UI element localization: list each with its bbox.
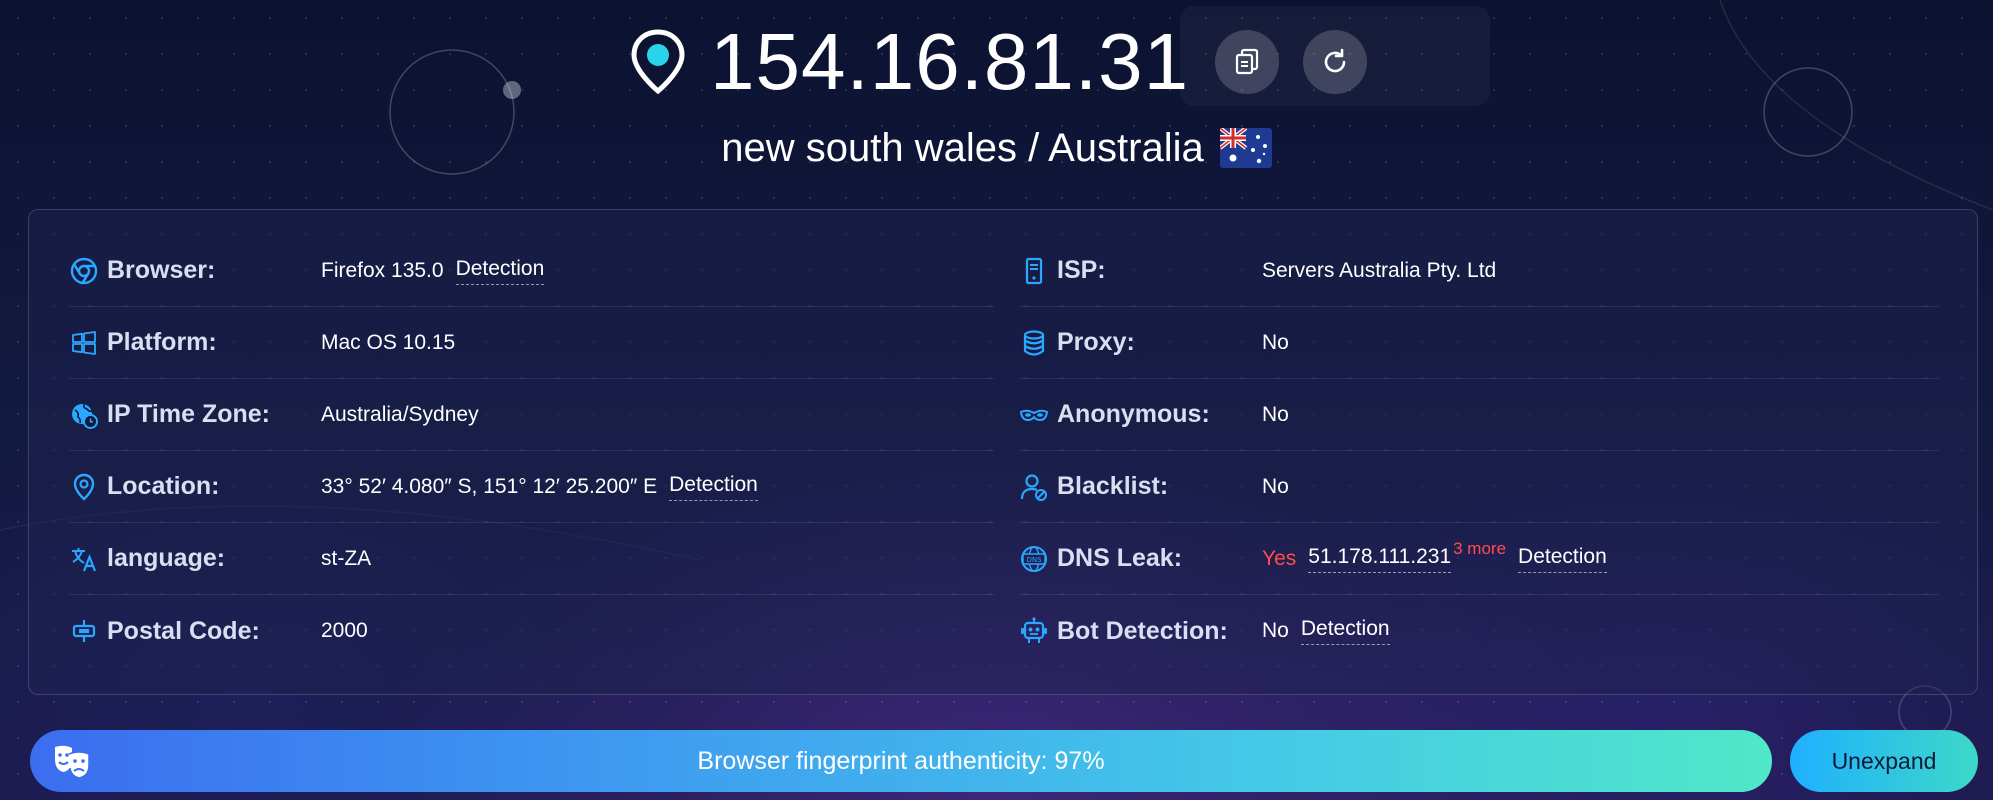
ip-region: new south wales / Australia [0, 120, 1993, 176]
australia-flag-icon [1219, 128, 1272, 168]
platform-value: Mac OS 10.15 [321, 330, 456, 354]
anonymous-label: Anonymous: [1057, 400, 1210, 428]
browser-value: Firefox 135.0 Detection [321, 257, 545, 285]
timezone-row: IP Time Zone: Australia/Sydney [69, 379, 994, 451]
bot-detection-status: No [1262, 619, 1289, 642]
isp-value: Servers Australia Pty. Ltd [1262, 258, 1497, 282]
ip-info-card: Browser: Firefox 135.0 Detection Platfor… [28, 209, 1978, 695]
location-detection-link[interactable]: Detection [669, 473, 758, 501]
timezone-label: IP Time Zone: [107, 400, 271, 428]
copy-ip-button[interactable] [1215, 30, 1280, 94]
location-label: Location: [107, 472, 220, 500]
mailbox-icon [69, 616, 99, 646]
dns-leak-status: Yes [1262, 546, 1297, 570]
server-icon [1019, 256, 1049, 286]
isp-row: ISP: Servers Australia Pty. Ltd [1019, 235, 1939, 307]
user-block-icon [1019, 472, 1049, 502]
refresh-ip-button[interactable] [1303, 30, 1368, 94]
theater-masks-icon [55, 745, 90, 779]
postal-code-label: Postal Code: [107, 616, 260, 645]
blacklist-label: Blacklist: [1057, 472, 1169, 500]
browser-detection-link[interactable]: Detection [455, 257, 545, 285]
dns-server-ip[interactable]: 51.178.111.231 [1308, 545, 1452, 573]
right-info-column: ISP: Servers Australia Pty. Ltd Proxy: N… [1019, 235, 1939, 667]
windows-icon [69, 328, 99, 358]
dns-detection-link[interactable]: Detection [1518, 545, 1607, 573]
unexpand-button[interactable]: Unexpand [1790, 730, 1978, 792]
platform-label: Platform: [107, 328, 217, 356]
dns-leak-label: DNS Leak: [1057, 544, 1183, 572]
anonymous-value: No [1262, 402, 1289, 426]
proxy-value: No [1262, 330, 1289, 354]
browser-label: Browser: [107, 256, 216, 284]
dns-icon: DNS [1019, 544, 1049, 574]
anonymous-row: Anonymous: No [1019, 379, 1939, 451]
refresh-icon [1324, 48, 1346, 73]
dns-leak-value: Yes 51.178.111.231 3 more Detection [1262, 539, 1607, 573]
chrome-icon [69, 256, 99, 286]
translate-icon [69, 544, 99, 574]
browser-value-text: Firefox 135.0 [321, 258, 444, 282]
location-coordinates: 33° 52′ 4.080″ S, 151° 12′ 25.200″ E [321, 474, 658, 498]
globe-clock-icon [69, 400, 99, 430]
left-info-column: Browser: Firefox 135.0 Detection Platfor… [69, 235, 994, 667]
location-value: 33° 52′ 4.080″ S, 151° 12′ 25.200″ E Det… [321, 473, 758, 501]
dns-more-link[interactable]: 3 more [1453, 539, 1506, 559]
region-text: new south wales / Australia [721, 125, 1204, 170]
mask-icon [1019, 400, 1049, 430]
bot-detection-label: Bot Detection: [1057, 616, 1228, 645]
database-icon [1019, 328, 1049, 358]
proxy-label: Proxy: [1057, 328, 1135, 356]
timezone-value: Australia/Sydney [321, 402, 479, 426]
bot-detection-row: Bot Detection: No Detection [1019, 595, 1939, 667]
dns-leak-row: DNS DNS Leak: Yes 51.178.111.231 3 more … [1019, 523, 1939, 595]
language-label: language: [107, 544, 226, 572]
browser-row: Browser: Firefox 135.0 Detection [69, 235, 994, 307]
postal-code-row: Postal Code: 2000 [69, 595, 994, 667]
isp-label: ISP: [1057, 256, 1106, 284]
fingerprint-authenticity-bar[interactable]: Browser fingerprint authenticity: 97% [30, 730, 1772, 792]
platform-row: Platform: Mac OS 10.15 [69, 307, 994, 379]
ip-header: 154.16.81.31 [630, 12, 1368, 112]
proxy-row: Proxy: No [1019, 307, 1939, 379]
bot-detection-value: No Detection [1262, 617, 1390, 645]
language-value: st-ZA [321, 546, 372, 570]
postal-code-value: 2000 [321, 619, 368, 642]
fingerprint-authenticity-text: Browser fingerprint authenticity: 97% [697, 746, 1105, 775]
ip-address: 154.16.81.31 [710, 17, 1190, 106]
blacklist-value: No [1262, 474, 1289, 498]
blacklist-row: Blacklist: No [1019, 451, 1939, 523]
robot-icon [1019, 616, 1049, 646]
language-row: language: st-ZA [69, 523, 994, 595]
bot-detection-link[interactable]: Detection [1300, 617, 1390, 645]
map-pin-icon [631, 29, 685, 95]
svg-text:DNS: DNS [1026, 556, 1042, 564]
copy-icon [1236, 48, 1259, 75]
location-row: Location: 33° 52′ 4.080″ S, 151° 12′ 25.… [69, 451, 994, 523]
location-pin-icon [69, 472, 99, 502]
